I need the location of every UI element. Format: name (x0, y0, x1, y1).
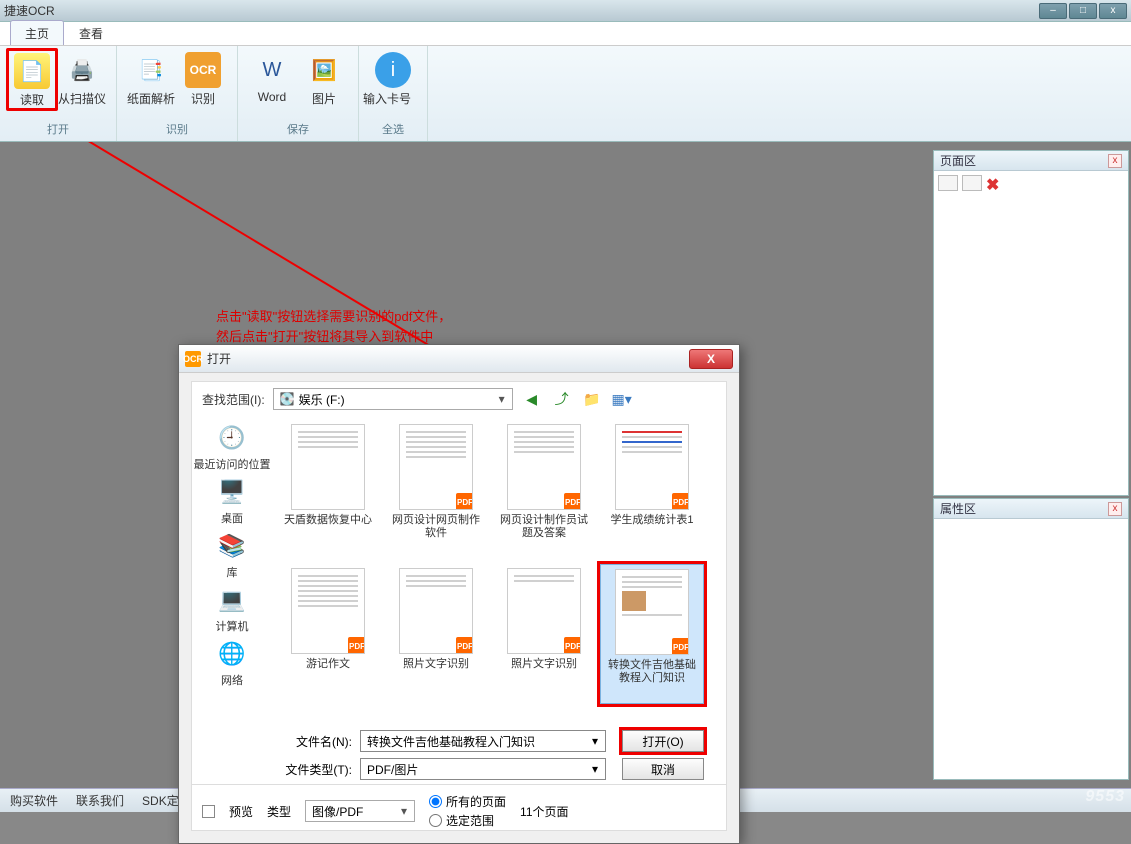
pdf-badge-icon: PDF (564, 637, 581, 654)
back-icon[interactable]: ◀ (521, 388, 543, 410)
page-panel: 页面区 x ✖ (933, 150, 1129, 496)
status-buy[interactable]: 购买软件 (10, 792, 58, 809)
computer-icon: 💻 (214, 584, 250, 616)
filename-input[interactable]: 转换文件吉他基础教程入门知识▾ (360, 730, 606, 752)
status-contact[interactable]: 联系我们 (76, 792, 124, 809)
place-desktop[interactable]: 🖥️桌面 (214, 476, 250, 526)
watermark: 9553 (1085, 788, 1125, 806)
panel-tool-icon[interactable] (962, 175, 982, 191)
read-icon: 📄 (14, 53, 50, 89)
file-item[interactable]: PDF网页设计网页制作软件 (384, 420, 488, 560)
minimize-button[interactable]: – (1039, 3, 1067, 19)
place-library[interactable]: 📚库 (214, 530, 250, 580)
pdf-badge-icon: PDF (348, 637, 365, 654)
ribbon: 📄 读取 🖨️ 从扫描仪 打开 📑 纸面解析 OCR 识别 (0, 46, 1131, 142)
preview-label: 预览 (229, 803, 253, 820)
app-title: 捷速OCR (4, 2, 55, 19)
chevron-down-icon: ▾ (587, 762, 603, 776)
dialog-close-button[interactable]: X (689, 349, 733, 369)
recognize-button[interactable]: OCR 识别 (177, 50, 229, 107)
desktop-icon: 🖥️ (214, 476, 250, 508)
word-button[interactable]: W Word (246, 50, 298, 107)
card-button[interactable]: i 输入卡号 (367, 50, 419, 107)
recent-icon: 🕘 (214, 422, 250, 454)
type-combo[interactable]: 图像/PDF▾ (305, 800, 415, 822)
dialog-icon: OCR (185, 351, 201, 367)
page-parse-icon: 📑 (133, 52, 169, 88)
open-dialog: OCR 打开 X 查找范围(I): 💽 娱乐 (F:) ▾ ◀ ⤴ 📁 ▦▾ (178, 344, 740, 844)
sel-range-radio[interactable] (429, 814, 442, 827)
view-mode-icon[interactable]: ▦▾ (611, 388, 633, 410)
file-item-selected[interactable]: PDF转换文件吉他基础教程入门知识 (600, 564, 704, 704)
group-all-label: 全选 (382, 121, 404, 139)
filetype-combo[interactable]: PDF/图片▾ (360, 758, 606, 780)
file-item[interactable]: PDF游记作文 (276, 564, 380, 704)
filetype-label: 文件类型(T): (202, 761, 352, 778)
page-count: 11个页面 (520, 803, 568, 820)
file-item[interactable]: PDF网页设计制作员试题及答案 (492, 420, 596, 560)
scanner-button[interactable]: 🖨️ 从扫描仪 (56, 50, 108, 109)
up-icon[interactable]: ⤴ (551, 388, 573, 410)
chevron-down-icon: ▾ (494, 392, 510, 406)
dialog-titlebar[interactable]: OCR 打开 X (179, 345, 739, 373)
file-item[interactable]: PDF学生成绩统计表1 (600, 420, 704, 560)
group-recognize-label: 识别 (166, 121, 188, 139)
panel-tool-icon[interactable] (938, 175, 958, 191)
scanner-icon: 🖨️ (64, 52, 100, 88)
type-label: 类型 (267, 803, 291, 820)
chevron-down-icon: ▾ (396, 804, 412, 818)
places-bar: 🕘最近访问的位置 🖥️桌面 📚库 💻计算机 🌐网络 (192, 416, 272, 726)
page-panel-close-icon[interactable]: x (1108, 154, 1122, 168)
prop-panel: 属性区 x (933, 498, 1129, 780)
look-in-label: 查找范围(I): (202, 391, 265, 408)
tab-view[interactable]: 查看 (64, 20, 118, 45)
workarea: 点击"读取"按钮选择需要识别的pdf文件， 然后点击"打开"按钮将其导入到软件中… (0, 142, 1131, 788)
all-pages-radio[interactable] (429, 795, 442, 808)
file-item[interactable]: 天盾数据恢复中心 (276, 420, 380, 560)
place-recent[interactable]: 🕘最近访问的位置 (194, 422, 271, 472)
prop-panel-close-icon[interactable]: x (1108, 502, 1122, 516)
file-item[interactable]: PDF照片文字识别 (492, 564, 596, 704)
read-button[interactable]: 📄 读取 (6, 48, 58, 111)
menubar: 主页 查看 (0, 22, 1131, 46)
location-combo[interactable]: 💽 娱乐 (F:) ▾ (273, 388, 513, 410)
network-icon: 🌐 (214, 638, 250, 670)
image-button[interactable]: 🖼️ 图片 (298, 50, 350, 107)
preview-checkbox[interactable] (202, 805, 215, 818)
filename-label: 文件名(N): (202, 733, 352, 750)
pdf-badge-icon: PDF (564, 493, 581, 510)
image-icon: 🖼️ (306, 52, 342, 88)
file-item[interactable]: PDF照片文字识别 (384, 564, 488, 704)
pdf-badge-icon: PDF (456, 637, 473, 654)
pdf-badge-icon: PDF (672, 638, 689, 655)
info-icon: i (375, 52, 411, 88)
group-open-label: 打开 (47, 121, 69, 139)
prop-panel-title: 属性区 (940, 500, 976, 517)
word-icon: W (254, 52, 290, 88)
panel-delete-icon[interactable]: ✖ (986, 175, 1006, 191)
open-button[interactable]: 打开(O) (622, 730, 704, 752)
page-parse-button[interactable]: 📑 纸面解析 (125, 50, 177, 107)
close-button[interactable]: x (1099, 3, 1127, 19)
cancel-button[interactable]: 取消 (622, 758, 704, 780)
tab-home[interactable]: 主页 (10, 20, 64, 45)
pdf-badge-icon: PDF (672, 493, 689, 510)
page-panel-title: 页面区 (940, 152, 976, 169)
chevron-down-icon: ▾ (587, 734, 603, 748)
group-save-label: 保存 (287, 121, 309, 139)
library-icon: 📚 (214, 530, 250, 562)
dialog-title: 打开 (207, 350, 231, 367)
ocr-icon: OCR (185, 52, 221, 88)
place-network[interactable]: 🌐网络 (214, 638, 250, 688)
maximize-button[interactable]: □ (1069, 3, 1097, 19)
pdf-badge-icon: PDF (456, 493, 473, 510)
new-folder-icon[interactable]: 📁 (581, 388, 603, 410)
titlebar: 捷速OCR – □ x (0, 0, 1131, 22)
file-grid: 天盾数据恢复中心 PDF网页设计网页制作软件 PDF网页设计制作员试题及答案 P… (272, 416, 726, 726)
place-computer[interactable]: 💻计算机 (214, 584, 250, 634)
annotation: 点击"读取"按钮选择需要识别的pdf文件， 然后点击"打开"按钮将其导入到软件中 (216, 307, 451, 346)
